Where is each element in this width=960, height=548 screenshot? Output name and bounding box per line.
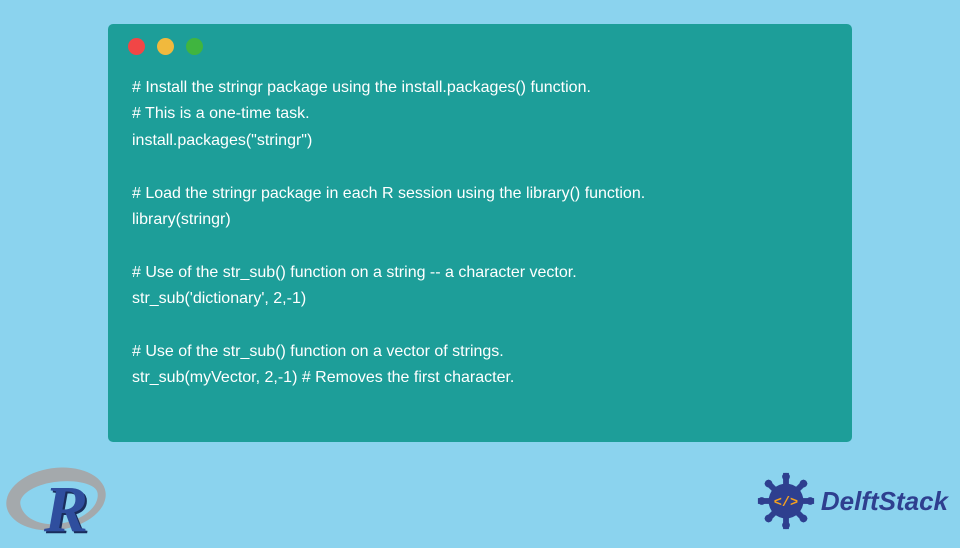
delftstack-label: DelftStack	[821, 486, 948, 517]
code-line: # Use of the str_sub() function on a str…	[132, 260, 828, 286]
blank-line	[132, 313, 828, 339]
code-line: # Load the stringr package in each R ses…	[132, 181, 828, 207]
r-logo-letter: R	[44, 472, 88, 548]
code-line: # This is a one-time task.	[132, 101, 828, 127]
code-line: str_sub(myVector, 2,-1) # Removes the fi…	[132, 365, 828, 391]
close-icon	[128, 38, 145, 55]
blank-line	[132, 233, 828, 259]
code-line: # Use of the str_sub() function on a vec…	[132, 339, 828, 365]
window-controls	[128, 38, 828, 55]
code-bracket-icon: </>	[774, 496, 798, 511]
maximize-icon	[186, 38, 203, 55]
code-line: # Install the stringr package using the …	[132, 75, 828, 101]
delftstack-logo: </> DelftStack	[755, 470, 948, 532]
delftstack-badge-icon: </>	[755, 470, 817, 532]
blank-line	[132, 154, 828, 180]
code-line: install.packages("stringr")	[132, 128, 828, 154]
code-block: # Install the stringr package using the …	[132, 75, 828, 392]
minimize-icon	[157, 38, 174, 55]
code-window: # Install the stringr package using the …	[108, 24, 852, 442]
code-line: str_sub('dictionary', 2,-1)	[132, 286, 828, 312]
r-logo-icon: R	[6, 460, 118, 540]
code-line: library(stringr)	[132, 207, 828, 233]
